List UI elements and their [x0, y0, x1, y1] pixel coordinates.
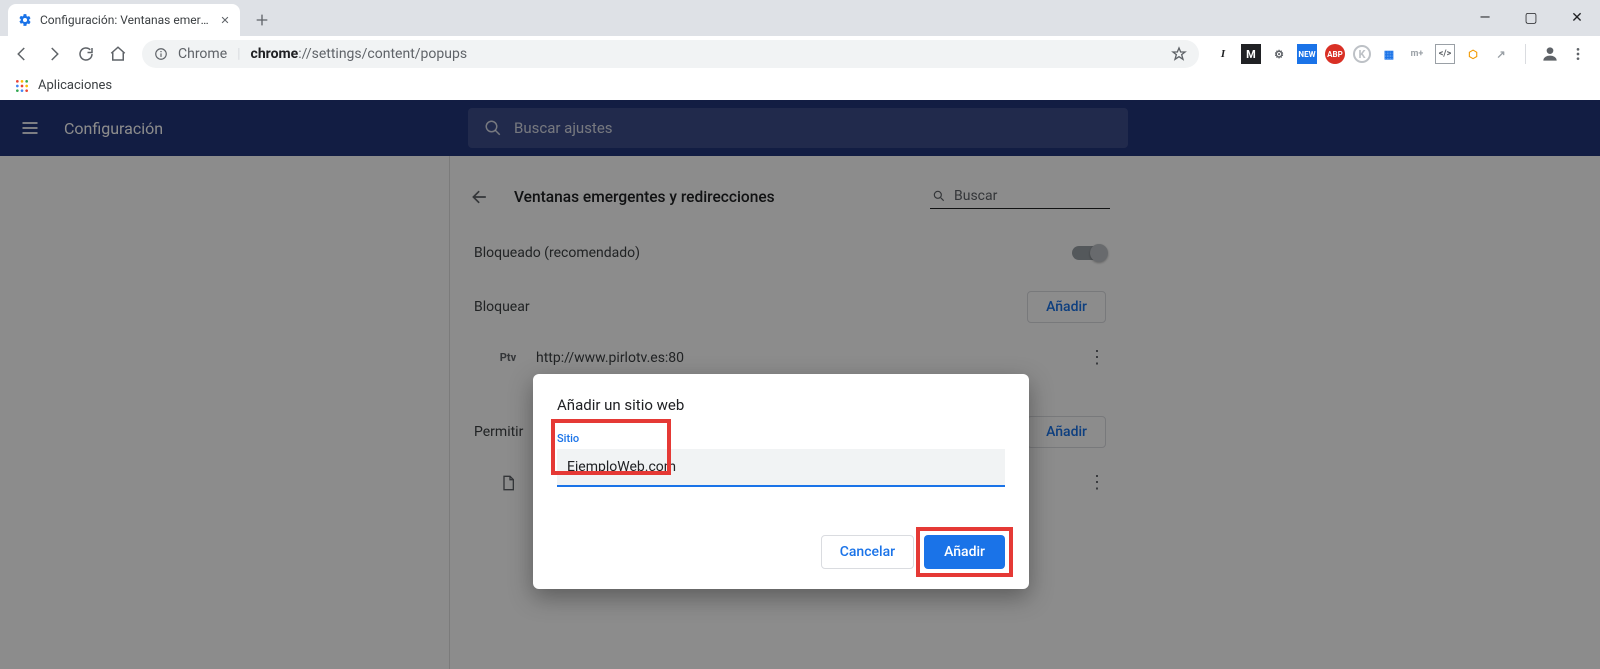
home-button[interactable]: [104, 40, 132, 68]
ext-icon[interactable]: ⚙: [1269, 44, 1289, 64]
bookmark-bar: Aplicaciones: [0, 72, 1600, 100]
window-controls: — ▢ ✕: [1462, 0, 1600, 36]
confirm-button[interactable]: Añadir: [924, 535, 1005, 569]
ext-icon[interactable]: ↗: [1491, 44, 1511, 64]
extensions-icons: I M ⚙ NEW ABP K ▦ m+ </> ⬡ ↗: [1209, 44, 1592, 64]
browser-toolbar: Chrome | chrome://settings/content/popup…: [0, 36, 1600, 72]
ext-icon[interactable]: ⬡: [1463, 44, 1483, 64]
field-wrap: [557, 445, 1005, 487]
field-label: Sitio: [557, 432, 1005, 445]
site-input[interactable]: [557, 449, 1005, 487]
separator: [1525, 44, 1526, 64]
ext-icon[interactable]: m+: [1407, 44, 1427, 64]
site-info-icon[interactable]: [154, 47, 168, 61]
minimize-button[interactable]: —: [1462, 3, 1508, 33]
ext-icon[interactable]: M: [1241, 44, 1261, 64]
reload-button[interactable]: [72, 40, 100, 68]
apps-icon[interactable]: [14, 78, 30, 94]
ext-icon[interactable]: K: [1353, 45, 1371, 63]
new-tab-button[interactable]: [248, 6, 276, 34]
tab-strip: Configuración: Ventanas emergentes — ▢ ✕: [0, 0, 1600, 36]
forward-button[interactable]: [40, 40, 68, 68]
ext-icon[interactable]: I: [1213, 44, 1233, 64]
tab-title: Configuración: Ventanas emergentes: [40, 13, 212, 27]
dialog-actions: Cancelar Añadir: [557, 535, 1005, 569]
maximize-button[interactable]: ▢: [1508, 3, 1554, 33]
ext-icon[interactable]: ABP: [1325, 44, 1345, 64]
ext-icon[interactable]: ▦: [1379, 44, 1399, 64]
close-window-button[interactable]: ✕: [1554, 3, 1600, 33]
dialog-title: Añadir un sitio web: [557, 396, 1005, 414]
browser-tab[interactable]: Configuración: Ventanas emergentes: [8, 4, 240, 36]
close-tab-icon[interactable]: [220, 15, 230, 25]
profile-icon[interactable]: [1540, 44, 1560, 64]
ext-icon[interactable]: NEW: [1297, 44, 1317, 64]
url-text: chrome://settings/content/popups: [251, 46, 468, 62]
add-site-dialog: Añadir un sitio web Sitio Cancelar Añadi…: [533, 374, 1029, 589]
cancel-button[interactable]: Cancelar: [821, 535, 914, 569]
apps-link[interactable]: Aplicaciones: [38, 78, 112, 93]
back-button[interactable]: [8, 40, 36, 68]
bookmark-star-icon[interactable]: [1171, 46, 1187, 62]
omnibox[interactable]: Chrome | chrome://settings/content/popup…: [142, 40, 1199, 68]
ext-icon[interactable]: </>: [1435, 44, 1455, 64]
gear-icon: [18, 13, 32, 27]
url-scheme-label: Chrome: [178, 46, 227, 62]
menu-icon[interactable]: [1568, 44, 1588, 64]
